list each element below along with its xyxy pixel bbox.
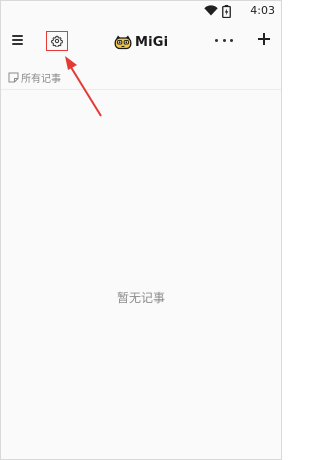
status-time: 4:03 — [250, 4, 275, 17]
filter-bar: 所有记事 — [1, 65, 281, 90]
plus-icon — [258, 33, 270, 45]
all-notes-filter[interactable]: 所有记事 — [8, 70, 61, 85]
more-dot — [222, 38, 226, 42]
battery-icon — [222, 5, 231, 18]
app-screen: 4:03 MiGi 所有记事 暂无记事 — [0, 0, 282, 460]
menu-button[interactable] — [11, 33, 25, 47]
hamburger-menu-icon — [12, 35, 23, 37]
app-logo-text: MiGi — [135, 34, 169, 50]
hamburger-line — [12, 39, 23, 41]
more-horizontal-icon — [215, 38, 218, 42]
wifi-icon — [204, 5, 218, 16]
app-bar: MiGi — [1, 23, 281, 61]
note-icon — [8, 72, 19, 83]
settings-button[interactable] — [46, 31, 68, 51]
more-options-button[interactable] — [215, 33, 233, 47]
migi-mascot-icon — [114, 35, 132, 50]
status-bar: 4:03 — [1, 1, 281, 23]
more-dot — [230, 38, 233, 42]
empty-state-text: 暂无记事 — [116, 291, 165, 305]
app-logo: MiGi — [114, 31, 168, 53]
add-note-button[interactable] — [256, 31, 272, 47]
hamburger-line — [12, 43, 23, 45]
gear-icon — [51, 35, 63, 47]
all-notes-label: 所有记事 — [21, 74, 61, 85]
